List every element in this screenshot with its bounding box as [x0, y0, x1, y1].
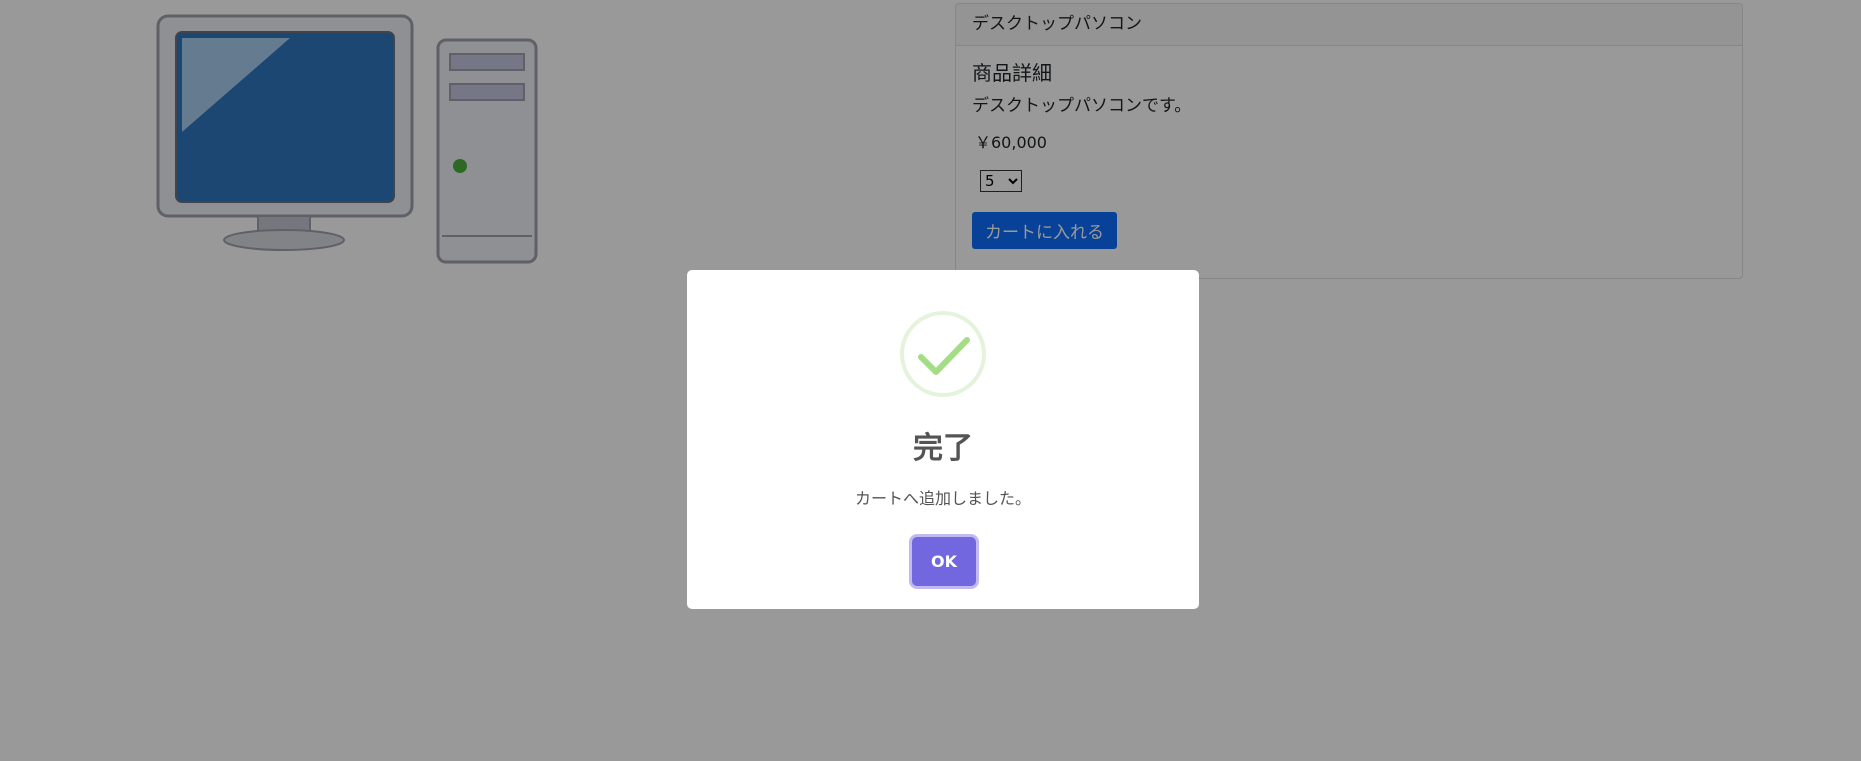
check-circle-icon	[900, 311, 986, 397]
success-dialog: 完了 カートへ追加しました。 OK	[687, 270, 1199, 609]
ok-button[interactable]: OK	[912, 537, 976, 586]
dialog-message: カートへ追加しました。	[854, 489, 1031, 508]
dialog-title: 完了	[913, 431, 973, 466]
